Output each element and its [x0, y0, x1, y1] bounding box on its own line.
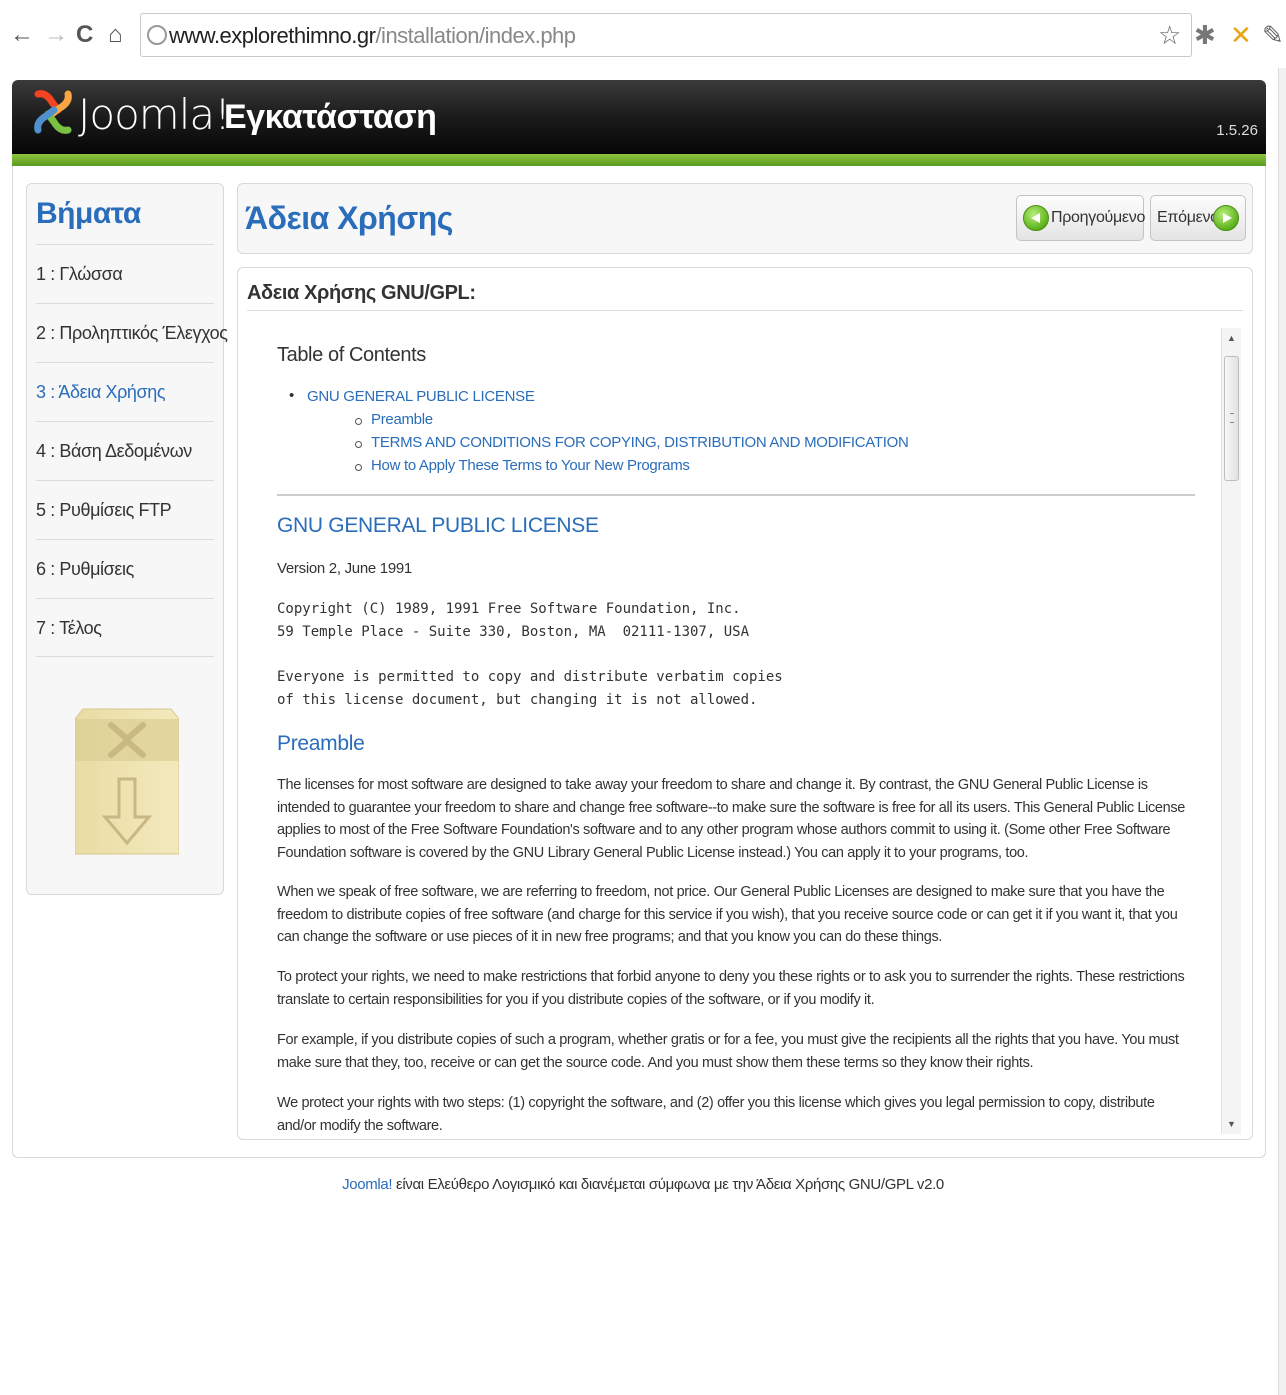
steps-list: 1 : Γλώσσα 2 : Προληπτικός Έλεγχος 3 : Ά… [36, 244, 228, 657]
next-button-label: Επόμενο [1157, 209, 1219, 226]
next-button[interactable]: Επόμενο [1150, 195, 1246, 241]
steps-sidebar: Βήματα 1 : Γλώσσα 2 : Προληπτικός Έλεγχο… [26, 183, 228, 895]
version-label: 1.5.26 [1216, 122, 1258, 139]
footer-text: είναι Ελεύθερο Λογισμικό και διανέμεται … [392, 1176, 944, 1193]
step-item-settings: 6 : Ρυθμίσεις [36, 539, 214, 598]
step-item-precheck: 2 : Προληπτικός Έλεγχος [36, 303, 228, 362]
step-item-license: 3 : Άδεια Χρήσης [36, 362, 214, 421]
scroll-up-icon[interactable]: ▲ [1222, 328, 1241, 348]
reload-icon[interactable]: C [76, 18, 93, 52]
preamble-paragraph: We protect your rights with two steps: (… [277, 1095, 1155, 1134]
section-title: Άδεια Χρήσης [245, 200, 453, 236]
preamble-paragraph: When we speak of free software, we are r… [277, 884, 1178, 946]
previous-button-label: Προηγούμενο [1051, 209, 1146, 226]
back-arrow-icon[interactable]: ← [10, 18, 34, 52]
joomla-logo-icon [34, 90, 72, 134]
step-item-finish: 7 : Τέλος [36, 598, 214, 657]
globe-icon [147, 25, 167, 45]
license-divider [247, 310, 1243, 311]
step-item-language: 1 : Γλώσσα [36, 244, 214, 303]
url-text: www.explorethimno.gr/installation/index.… [169, 23, 576, 48]
browser-toolbar: ← → C ⌂ www.explorethimno.gr/installatio… [0, 0, 1286, 68]
previous-button[interactable]: Προηγούμενο [1016, 195, 1146, 241]
toc-divider [277, 494, 1195, 496]
star-icon[interactable]: ☆ [1158, 18, 1181, 52]
version-line: Version 2, June 1991 [277, 560, 412, 577]
joomla-logo-text: Joomla! [78, 90, 231, 139]
browser-scrollbar[interactable] [1278, 68, 1286, 1395]
main-titlebar: Άδεια Χρήσης Προηγούμενο Επόμενο [237, 183, 1253, 254]
install-box-icon [75, 708, 179, 855]
joomla-header: Joomla! Εγκατάσταση 1.5.26 [12, 80, 1266, 166]
arrow-left-icon [1023, 205, 1049, 231]
license-scrollbar[interactable]: ▲ ▼ [1221, 328, 1241, 1134]
footer-joomla-link[interactable]: Joomla! [342, 1176, 392, 1193]
joomla-extension-icon[interactable]: ✕ [1230, 18, 1252, 52]
extension-icon[interactable]: ✱ [1194, 18, 1216, 52]
step-item-database: 4 : Βάση Δεδομένων [36, 421, 214, 480]
preamble-heading: Preamble [277, 732, 365, 755]
step-item-ftp: 5 : Ρυθμίσεις FTP [36, 480, 214, 539]
license-document[interactable]: Table of Contents GNU GENERAL PUBLIC LIC… [277, 328, 1195, 1134]
toc-title: Table of Contents [277, 344, 426, 366]
toc-link-how-to-apply[interactable]: How to Apply These Terms to Your New Pro… [355, 457, 690, 474]
footer: Joomla! είναι Ελεύθερο Λογισμικό και δια… [0, 1176, 1286, 1193]
toc-link-terms[interactable]: TERMS AND CONDITIONS FOR COPYING, DISTRI… [355, 434, 909, 451]
toc-link-preamble[interactable]: Preamble [355, 411, 433, 428]
license-heading: Αδεια Χρήσης GNU/GPL: [247, 282, 476, 304]
forward-arrow-icon[interactable]: → [44, 18, 68, 52]
copyright-line-2: 59 Temple Place - Suite 330, Boston, MA … [277, 624, 750, 640]
page-title: Εγκατάσταση [224, 98, 437, 136]
gpl-heading: GNU GENERAL PUBLIC LICENSE [277, 514, 599, 537]
wrench-icon[interactable]: ✎ [1262, 18, 1284, 52]
steps-title: Βήματα [36, 197, 141, 230]
license-panel: Αδεια Χρήσης GNU/GPL: Table of Contents … [237, 267, 1253, 1140]
preamble-paragraph: The licenses for most software are desig… [277, 777, 1185, 861]
copyright-line-1: Copyright (C) 1989, 1991 Free Software F… [277, 601, 741, 617]
home-icon[interactable]: ⌂ [108, 18, 123, 52]
address-bar[interactable]: www.explorethimno.gr/installation/index.… [140, 13, 1192, 57]
preamble-paragraph: To protect your rights, we need to make … [277, 969, 1185, 1008]
preamble-paragraph: For example, if you distribute copies of… [277, 1032, 1179, 1071]
permission-line-2: of this license document, but changing i… [277, 692, 758, 708]
scrollbar-thumb[interactable] [1224, 356, 1239, 481]
scroll-down-icon[interactable]: ▼ [1222, 1114, 1241, 1134]
header-green-bar [12, 154, 1266, 166]
toc-link-gpl[interactable]: GNU GENERAL PUBLIC LICENSE [289, 387, 535, 405]
arrow-right-icon [1213, 205, 1239, 231]
permission-line-1: Everyone is permitted to copy and distri… [277, 669, 783, 685]
